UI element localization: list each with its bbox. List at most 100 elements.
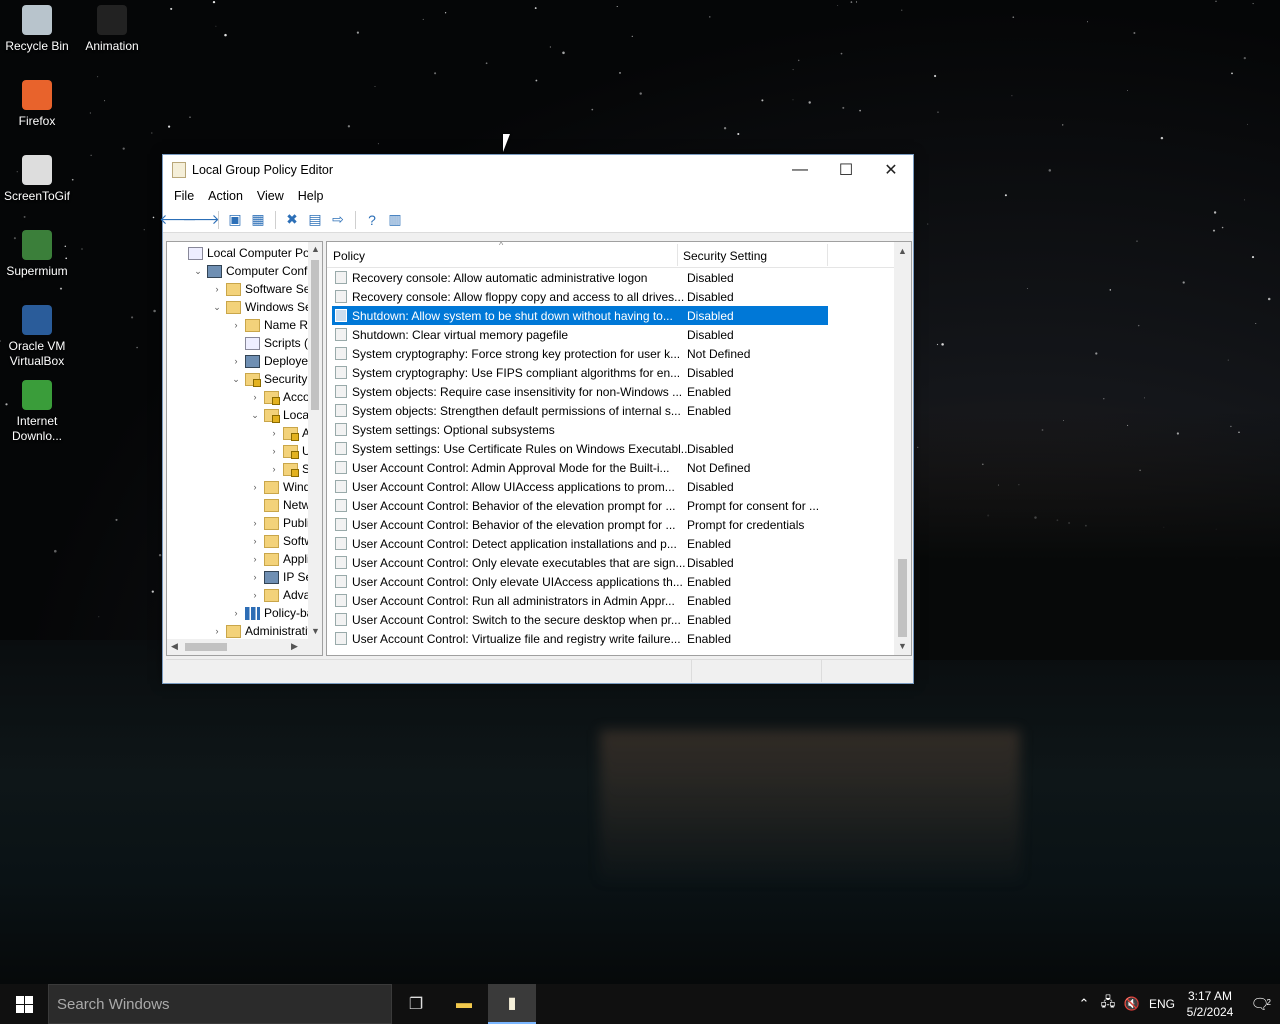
task-view-button[interactable]: ❐ xyxy=(392,984,440,1024)
maximize-button[interactable]: ☐ xyxy=(823,155,869,185)
action-center-button[interactable]: 🗨 2 xyxy=(1240,995,1280,1013)
table-row[interactable]: User Account Control: Only elevate execu… xyxy=(332,553,828,572)
desktop-icon[interactable]: Animation xyxy=(75,5,149,54)
list-scroll-down-icon[interactable]: ▼ xyxy=(898,641,907,651)
collapsed-chevron-icon[interactable]: › xyxy=(268,428,280,438)
collapsed-chevron-icon[interactable]: › xyxy=(249,482,261,492)
table-row[interactable]: User Account Control: Run all administra… xyxy=(332,591,828,610)
list-vertical-scrollbar[interactable]: ▲ ▼ xyxy=(894,242,911,655)
collapsed-chevron-icon[interactable]: › xyxy=(230,608,242,618)
tree-node[interactable]: › Windo xyxy=(249,478,318,496)
tree-node[interactable]: ⌄ Computer Config xyxy=(192,262,317,280)
column-header-security-setting[interactable]: Security Setting xyxy=(683,249,767,263)
tree-vertical-scroll-thumb[interactable] xyxy=(311,260,319,410)
policy-list[interactable]: ^ Policy Security Setting Recovery conso… xyxy=(326,241,912,656)
collapsed-chevron-icon[interactable]: › xyxy=(230,356,242,366)
file-explorer-button[interactable]: ▬ xyxy=(440,984,488,1024)
desktop-icon[interactable]: Internet Downlo... xyxy=(0,380,74,444)
show-action-pane-icon[interactable]: ▥ xyxy=(384,210,406,230)
collapsed-chevron-icon[interactable]: › xyxy=(249,518,261,528)
table-row[interactable]: System cryptography: Force strong key pr… xyxy=(332,344,828,363)
menu-view[interactable]: View xyxy=(250,189,291,203)
expanded-chevron-icon[interactable]: ⌄ xyxy=(230,374,242,385)
tree-node[interactable]: › Deployed xyxy=(230,352,315,370)
minimize-button[interactable]: — xyxy=(777,155,823,185)
desktop-icon[interactable]: Supermium xyxy=(0,230,74,279)
menu-file[interactable]: File xyxy=(167,189,201,203)
scroll-right-icon[interactable]: ▶ xyxy=(291,641,298,652)
collapsed-chevron-icon[interactable]: › xyxy=(249,572,261,582)
table-row[interactable]: User Account Control: Allow UIAccess app… xyxy=(332,477,828,496)
properties-icon[interactable]: ▤ xyxy=(304,210,326,230)
scroll-left-icon[interactable]: ◀ xyxy=(171,641,178,652)
show-hide-tree-icon[interactable]: ▦ xyxy=(247,210,269,230)
desktop-icon[interactable]: ScreenToGif xyxy=(0,155,74,204)
up-folder-icon[interactable]: ▣ xyxy=(224,210,246,230)
table-row[interactable]: Shutdown: Allow system to be shut down w… xyxy=(332,306,828,325)
desktop-icon[interactable]: Recycle Bin xyxy=(0,5,74,54)
collapsed-chevron-icon[interactable]: › xyxy=(230,320,242,330)
export-list-icon[interactable]: ⇨ xyxy=(327,210,349,230)
collapsed-chevron-icon[interactable]: › xyxy=(249,590,261,600)
table-row[interactable]: System objects: Strengthen default permi… xyxy=(332,401,828,420)
tree-node[interactable]: › Administrativ xyxy=(211,622,314,640)
tree-node[interactable]: Local Computer Polic xyxy=(173,244,321,262)
table-row[interactable]: User Account Control: Admin Approval Mod… xyxy=(332,458,828,477)
table-row[interactable]: System settings: Use Certificate Rules o… xyxy=(332,439,828,458)
help-icon[interactable]: ? xyxy=(361,210,383,230)
forward-arrow-icon[interactable]: 🡒 xyxy=(182,210,220,230)
navigation-tree[interactable]: Local Computer Polic ⌄ Computer Config › Sof… xyxy=(166,241,323,656)
table-row[interactable]: Recovery console: Allow automatic admini… xyxy=(332,268,828,287)
tree-horizontal-scrollbar[interactable]: ◀ ▶ xyxy=(167,639,322,655)
table-row[interactable]: User Account Control: Switch to the secu… xyxy=(332,610,828,629)
group-policy-editor-taskbar-button[interactable]: ▮ xyxy=(488,984,536,1024)
list-vertical-scroll-thumb[interactable] xyxy=(898,559,907,637)
collapsed-chevron-icon[interactable]: › xyxy=(211,626,223,636)
delete-icon[interactable]: ✖ xyxy=(281,210,303,230)
menu-help[interactable]: Help xyxy=(291,189,331,203)
tree-node[interactable]: › Advan xyxy=(249,586,318,604)
table-row[interactable]: Recovery console: Allow floppy copy and … xyxy=(332,287,828,306)
column-header-policy[interactable]: Policy xyxy=(333,249,365,263)
scroll-down-icon[interactable]: ▼ xyxy=(311,626,320,636)
tree-node[interactable]: › Public xyxy=(249,514,316,532)
collapsed-chevron-icon[interactable]: › xyxy=(249,554,261,564)
tree-vertical-scrollbar[interactable]: ▲ ▼ xyxy=(308,242,322,641)
expanded-chevron-icon[interactable]: ⌄ xyxy=(192,266,204,277)
table-row[interactable]: User Account Control: Detect application… xyxy=(332,534,828,553)
table-row[interactable]: Shutdown: Clear virtual memory pagefile D… xyxy=(332,325,828,344)
scroll-up-icon[interactable]: ▲ xyxy=(311,244,320,254)
search-box[interactable]: Search Windows xyxy=(48,984,392,1024)
input-language[interactable]: ENG xyxy=(1144,997,1180,1011)
tree-horizontal-scroll-thumb[interactable] xyxy=(185,643,227,651)
tree-node[interactable]: › Applic xyxy=(249,550,316,568)
table-row[interactable]: User Account Control: Behavior of the el… xyxy=(332,515,828,534)
title-bar[interactable]: Local Group Policy Editor — ☐ ✕ xyxy=(163,155,913,185)
collapsed-chevron-icon[interactable]: › xyxy=(249,392,261,402)
collapsed-chevron-icon[interactable]: › xyxy=(268,464,280,474)
collapsed-chevron-icon[interactable]: › xyxy=(211,284,223,294)
tree-node[interactable]: ⌄ Windows Sett xyxy=(211,298,318,316)
clock[interactable]: 3:17 AM 5/2/2024 xyxy=(1180,988,1240,1020)
show-hidden-icons-chevron-icon[interactable]: ⌃ xyxy=(1072,996,1096,1012)
menu-action[interactable]: Action xyxy=(201,189,250,203)
desktop-icon[interactable]: Oracle VM VirtualBox xyxy=(0,305,74,369)
desktop-icon[interactable]: Firefox xyxy=(0,80,74,129)
list-scroll-up-icon[interactable]: ▲ xyxy=(898,246,907,256)
table-row[interactable]: User Account Control: Only elevate UIAcc… xyxy=(332,572,828,591)
table-row[interactable]: System objects: Require case insensitivi… xyxy=(332,382,828,401)
table-row[interactable]: System settings: Optional subsystems xyxy=(332,420,828,439)
tree-node[interactable]: › Software Setti xyxy=(211,280,320,298)
table-row[interactable]: User Account Control: Behavior of the el… xyxy=(332,496,828,515)
group-policy-editor-window[interactable]: Local Group Policy Editor — ☐ ✕ File Acti… xyxy=(159,154,914,684)
tree-node[interactable]: Netwo xyxy=(249,496,317,514)
network-icon[interactable]: 🖧 xyxy=(1096,993,1120,1015)
start-button[interactable] xyxy=(0,984,48,1024)
table-row[interactable]: User Account Control: Virtualize file an… xyxy=(332,629,828,648)
tree-node[interactable]: › Accou xyxy=(249,388,316,406)
collapsed-chevron-icon[interactable]: › xyxy=(268,446,280,456)
table-row[interactable]: System cryptography: Use FIPS compliant … xyxy=(332,363,828,382)
tree-node[interactable]: › Policy-bas xyxy=(230,604,320,622)
volume-muted-icon[interactable]: 🔇 xyxy=(1120,996,1144,1012)
collapsed-chevron-icon[interactable]: › xyxy=(249,536,261,546)
